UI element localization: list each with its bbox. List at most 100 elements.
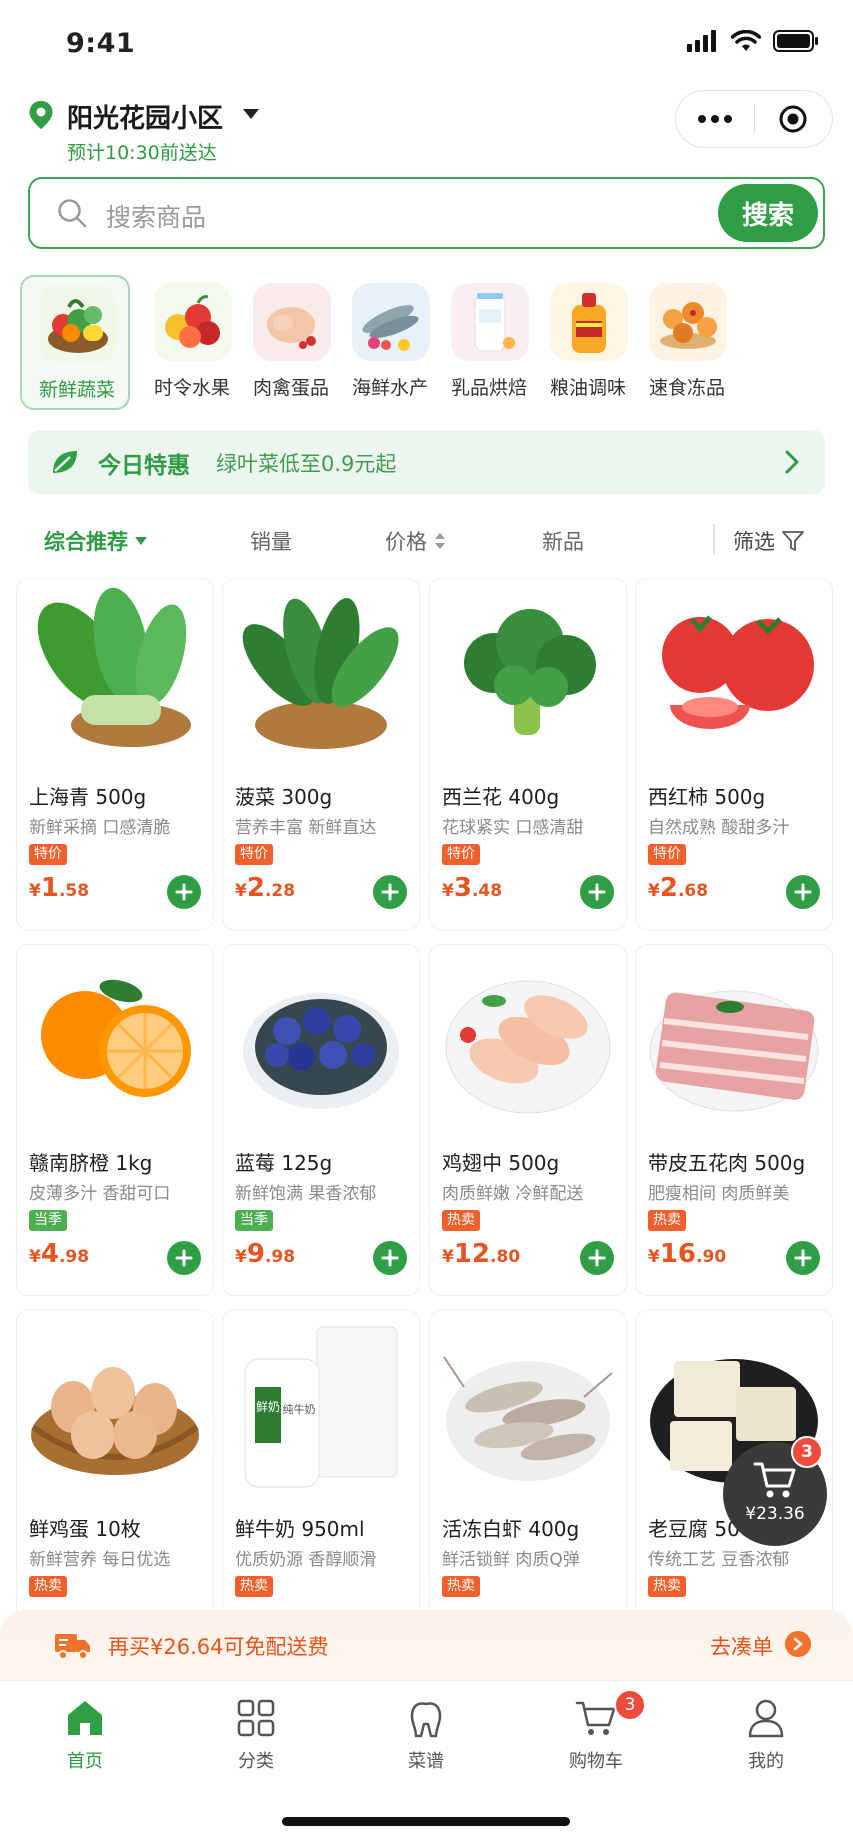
product-tag: 热卖 (442, 1210, 480, 1231)
eggs-image (31, 1367, 199, 1475)
cart-total: ¥23.36 (745, 1504, 805, 1524)
product-card[interactable]: 菠菜 300g 营养丰富 新鲜直达 特价 ¥2.28 (222, 578, 420, 930)
leaf-icon (53, 451, 77, 473)
category-dairy[interactable]: 乳品烘焙 (434, 275, 544, 410)
product-price: ¥3.48 (442, 873, 503, 903)
user-icon (748, 1699, 784, 1738)
category-label: 肉禽蛋品 (252, 377, 329, 399)
add-to-cart-button[interactable] (373, 875, 407, 909)
category-label: 速食冻品 (648, 377, 725, 399)
fruits-icon (154, 283, 232, 361)
search-button[interactable]: 搜索 (718, 184, 818, 242)
promo-banner[interactable]: 今日特惠 绿叶菜低至0.9元起 (28, 430, 825, 494)
recipe-icon (410, 1702, 442, 1738)
category-seafood[interactable]: 海鲜水产 (335, 275, 445, 410)
tab-profile[interactable]: 我的 (706, 1695, 826, 1775)
floating-cart-button[interactable]: ¥23.36 3 (723, 1436, 827, 1546)
product-desc: 肥瘦相间 肉质鲜美 (648, 1184, 790, 1204)
search-bar[interactable]: 搜索商品 搜索 (28, 177, 825, 249)
poultry-icon (253, 283, 331, 361)
product-tag: 热卖 (442, 1576, 480, 1597)
add-to-cart-button[interactable] (786, 875, 820, 909)
add-to-cart-button[interactable] (786, 1241, 820, 1275)
search-input[interactable]: 搜索商品 (106, 198, 206, 234)
cart-icon (575, 1701, 616, 1735)
filter-icon (782, 531, 804, 551)
search-icon (58, 199, 87, 228)
add-more-link[interactable]: 去凑单 (710, 1631, 773, 1661)
tab-cart[interactable]: 购物车 3 (536, 1689, 656, 1775)
add-to-cart-button[interactable] (167, 875, 201, 909)
product-price: ¥1.58 (29, 873, 90, 903)
category-label: 新鲜蔬菜 (38, 379, 115, 401)
product-price: ¥16.90 (648, 1239, 727, 1269)
cart-count-badge: 3 (791, 1436, 823, 1468)
sort-label: 新品 (542, 530, 584, 554)
pork-belly-image (649, 990, 819, 1112)
milk-bottle-label: 鲜奶 (256, 1400, 280, 1414)
chevron-right-icon[interactable] (785, 1631, 811, 1657)
product-name: 鸡翅中 500g (442, 1151, 560, 1175)
category-vegetables[interactable]: 新鲜蔬菜 (20, 275, 130, 410)
product-card[interactable]: 鲜奶 纯牛奶 鲜牛奶 950ml 优质奶源 香醇顺滑 热卖 (222, 1310, 420, 1630)
plus-icon (381, 1249, 399, 1267)
plus-icon (794, 1249, 812, 1267)
plus-icon (794, 883, 812, 901)
product-card[interactable]: 西兰花 400g 花球紧实 口感清甜 特价 ¥3.48 (429, 578, 627, 930)
product-name: 赣南脐橙 1kg (29, 1151, 153, 1175)
product-desc: 营养丰富 新鲜直达 (235, 818, 377, 838)
product-name: 菠菜 300g (235, 785, 333, 809)
sort-new[interactable]: 新品 (542, 526, 584, 556)
sort-comprehensive[interactable]: 综合推荐 (44, 526, 148, 556)
delivery-eta: 预计10:30前送达 (67, 142, 217, 164)
product-name: 西兰花 400g (442, 785, 560, 809)
product-tag: 热卖 (29, 1576, 67, 1597)
tomato-image (662, 615, 814, 729)
category-poultry[interactable]: 肉禽蛋品 (236, 275, 346, 410)
add-to-cart-button[interactable] (373, 1241, 407, 1275)
more-icon[interactable] (676, 115, 754, 123)
product-tag: 当季 (29, 1210, 67, 1231)
bok-choy-image (37, 587, 191, 747)
product-desc: 鲜活锁鲜 肉质Q弹 (442, 1550, 580, 1570)
category-frozen[interactable]: 速食冻品 (632, 275, 742, 410)
category-oil[interactable]: 粮油调味 (533, 275, 643, 410)
product-card[interactable]: 上海青 500g 新鲜采摘 口感清脆 特价 ¥1.58 (16, 578, 214, 930)
sort-price[interactable]: 价格 (385, 526, 447, 556)
product-card[interactable]: 蓝莓 125g 新鲜饱满 果香浓郁 当季 ¥9.98 (222, 944, 420, 1296)
tab-label: 分类 (238, 1751, 274, 1772)
sort-sales[interactable]: 销量 (250, 526, 292, 556)
tab-label: 我的 (748, 1751, 784, 1772)
product-desc: 花球紧实 口感清甜 (442, 818, 584, 838)
product-card[interactable]: 带皮五花肉 500g 肥瘦相间 肉质鲜美 热卖 ¥16.90 (635, 944, 833, 1296)
chevron-right-icon (785, 450, 799, 474)
add-to-cart-button[interactable] (580, 1241, 614, 1275)
product-card[interactable]: 西红柿 500g 自然成熟 酸甜多汁 特价 ¥2.68 (635, 578, 833, 930)
tab-category[interactable]: 分类 (196, 1695, 316, 1775)
tab-recipe[interactable]: 菜谱 (366, 1695, 486, 1775)
blueberry-image (243, 993, 399, 1109)
add-to-cart-button[interactable] (580, 875, 614, 909)
category-label: 粮油调味 (549, 377, 626, 399)
category-fruits[interactable]: 时令水果 (137, 275, 247, 410)
plus-icon (588, 1249, 606, 1267)
product-card[interactable]: 赣南脐橙 1kg 皮薄多汁 香甜可口 当季 ¥4.98 (16, 944, 214, 1296)
location-pin-icon (29, 101, 53, 129)
chicken-wings-image (445, 980, 611, 1114)
close-miniapp-icon[interactable] (755, 104, 833, 134)
battery-icon (773, 30, 818, 52)
filter-button[interactable]: 筛选 (733, 526, 805, 556)
add-to-cart-button[interactable] (167, 1241, 201, 1275)
product-tag: 当季 (235, 1210, 273, 1231)
location-name[interactable]: 阳光花园小区 (67, 98, 223, 135)
product-card[interactable]: 活冻白虾 400g 鲜活锁鲜 肉质Q弹 热卖 (429, 1310, 627, 1630)
plus-icon (175, 883, 193, 901)
category-label: 乳品烘焙 (450, 377, 527, 399)
product-name: 鲜鸡蛋 10枚 (29, 1517, 141, 1541)
truck-icon (55, 1634, 90, 1660)
product-card[interactable]: 鸡翅中 500g 肉质鲜嫩 冷鲜配送 热卖 ¥12.80 (429, 944, 627, 1296)
tab-home[interactable]: 首页 (25, 1695, 145, 1775)
location-dropdown-icon[interactable] (243, 109, 259, 119)
product-price: ¥2.68 (648, 873, 709, 903)
product-card[interactable]: 鲜鸡蛋 10枚 新鲜营养 每日优选 热卖 (16, 1310, 214, 1630)
